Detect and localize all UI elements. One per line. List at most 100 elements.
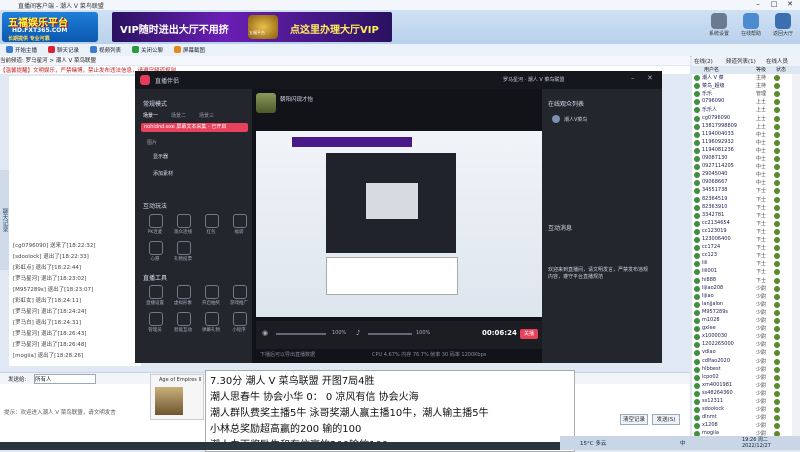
user-row[interactable]: cc123 下士 (692, 252, 792, 260)
avatar-icon[interactable] (177, 285, 191, 299)
help-button[interactable]: 在线帮助 (736, 13, 766, 41)
user-list-scrollbar[interactable] (792, 74, 800, 442)
user-row[interactable]: hi888 下士 (692, 277, 792, 285)
user-row[interactable]: lili 下士 (692, 260, 792, 268)
user-row[interactable]: M957289s 少尉 (692, 309, 792, 317)
user-row[interactable]: x1000030 少尉 (692, 333, 792, 341)
settings-icon[interactable] (149, 285, 163, 299)
wish-icon[interactable] (149, 241, 163, 255)
user-row[interactable]: xm4001981 少尉 (692, 382, 792, 390)
user-row[interactable]: x1208 少尉 (692, 422, 792, 430)
live-close-button[interactable]: ✕ (647, 74, 653, 82)
minimize-window-button[interactable]: – (752, 0, 764, 10)
user-row[interactable]: 1196092932 中士 (692, 139, 792, 147)
user-row[interactable]: cdlfao2020 少尉 (692, 358, 792, 366)
close-window-button[interactable]: ✕ (784, 0, 796, 10)
user-row[interactable]: 1194081236 中士 (692, 147, 792, 155)
user-row[interactable]: lanjjalon 少尉 (692, 301, 792, 309)
live-minimize-button[interactable]: – (631, 74, 635, 82)
user-row[interactable]: 3342781 下士 (692, 212, 792, 220)
user-avatar-icon (694, 228, 700, 235)
user-row[interactable]: 82364519 下士 (692, 196, 792, 204)
tab-scene-2[interactable]: 场景二 (171, 112, 186, 119)
end-live-button[interactable]: 关播 (520, 329, 538, 339)
chat-log-button[interactable]: 聊天记录 (48, 46, 79, 54)
user-row[interactable]: lijiao208 少尉 (692, 285, 792, 293)
link-icon[interactable] (177, 214, 191, 228)
user-row[interactable]: 乐乐 管理 (692, 90, 792, 98)
mic-volume-slider[interactable] (276, 333, 326, 335)
speaker-volume-slider[interactable] (368, 333, 412, 335)
settings-button[interactable]: 系统设置 (704, 13, 734, 41)
clock[interactable]: 19:26 周二 2022/12/27 (742, 437, 771, 449)
user-row[interactable]: vdlao 少尉 (692, 349, 792, 357)
user-row[interactable]: 29045040 中士 (692, 171, 792, 179)
maximize-window-button[interactable]: □ (768, 0, 780, 10)
user-row[interactable]: lijiao 少尉 (692, 293, 792, 301)
user-row[interactable]: 13817998809 上士 (692, 123, 792, 131)
user-row[interactable]: sdoolock 少尉 (692, 406, 792, 414)
user-row[interactable]: ss12311 少尉 (692, 398, 792, 406)
user-row[interactable]: cg0796090 上士 (692, 115, 792, 123)
mic-icon[interactable]: ◉ (262, 329, 268, 337)
screenshot-button[interactable]: 屏幕截图 (174, 46, 205, 54)
user-row[interactable]: 09087130 中士 (692, 155, 792, 163)
user-row[interactable]: 0796090 上士 (692, 98, 792, 106)
taskbar-thumbnail[interactable]: Age of Empires II (150, 374, 204, 420)
vote-icon[interactable] (177, 241, 191, 255)
user-row[interactable]: lili001 下士 (692, 268, 792, 276)
add-source-button[interactable]: 添加素材 (153, 170, 173, 177)
send-target-select[interactable]: 所有人 (34, 374, 96, 384)
user-row[interactable]: ss48264360 少尉 (692, 390, 792, 398)
source-image[interactable]: 图片 (147, 139, 157, 146)
user-row[interactable]: 34551738 下士 (692, 187, 792, 195)
viewer-name[interactable]: 潮人V菜鸟 (564, 116, 587, 123)
admin-icon[interactable] (149, 312, 163, 326)
vip-ad-banner[interactable]: VIP随时进出大厅不用挤 五福平台 点这里办理大厅VIP (112, 12, 392, 42)
tab-scene-3[interactable]: 场景三 (199, 112, 214, 119)
tab-members[interactable]: 在线人员 (766, 57, 788, 65)
active-source[interactable]: nohidnd.exe 屏幕文本采集 - 已开启 (141, 123, 248, 132)
tab-channel-list[interactable]: 频道列表(1) (726, 57, 756, 65)
scene-mode-label[interactable]: 常规模式 (143, 99, 167, 108)
speaker-icon[interactable]: ♪ (356, 329, 360, 337)
send-button[interactable]: 发送(S) (652, 414, 680, 425)
user-row[interactable]: 潮人 V 菜 主持 (692, 74, 792, 82)
mini-program-icon[interactable] (233, 312, 247, 326)
lottery-icon[interactable] (205, 285, 219, 299)
clear-button[interactable]: 清空记录 (620, 414, 648, 425)
user-row[interactable]: 乐乐人 上士 (692, 106, 792, 114)
tab-scene-1[interactable]: 场景一 (143, 112, 158, 119)
user-row[interactable]: 0927114205 中士 (692, 163, 792, 171)
user-list[interactable]: 潮人 V 菜主持 菜鸟_超级 主持 乐乐 管理 0796090 上士 乐乐人 上士 cg07960… (692, 74, 800, 442)
input-language[interactable]: 中 (680, 439, 686, 447)
start-host-button[interactable]: 开始主播 (6, 46, 37, 54)
gamepad-icon[interactable] (233, 285, 247, 299)
pk-icon[interactable] (149, 214, 163, 228)
stream-preview[interactable] (256, 131, 542, 317)
user-row[interactable]: 1194004033 中士 (692, 131, 792, 139)
red-packet-icon[interactable] (205, 214, 219, 228)
close-chat-button[interactable]: 关闭公聊 (132, 46, 163, 54)
user-row[interactable]: cc2134654 下士 (692, 220, 792, 228)
danmaku-icon[interactable] (205, 312, 219, 326)
user-row[interactable]: m1028 少尉 (692, 317, 792, 325)
user-row[interactable]: 菜鸟_超级 主持 (692, 82, 792, 90)
user-row[interactable]: cc1724 下士 (692, 244, 792, 252)
video-list-button[interactable]: 视频列表 (90, 46, 121, 54)
user-row[interactable]: 82363910 下士 (692, 204, 792, 212)
smart-icon[interactable] (177, 312, 191, 326)
back-hall-button[interactable]: 返回大厅 (768, 13, 798, 41)
user-row[interactable]: dlnmt 少尉 (692, 414, 792, 422)
bag-icon[interactable] (233, 214, 247, 228)
user-row[interactable]: lcpo02 少尉 (692, 374, 792, 382)
user-row[interactable]: 1202265000 少尉 (692, 341, 792, 349)
source-monitor[interactable]: 显示器 (153, 153, 168, 160)
user-row[interactable]: cc123019 下士 (692, 228, 792, 236)
sidebar-tab-chatlog[interactable]: 聊天记录 (0, 170, 9, 270)
user-row[interactable]: hlbbest 少尉 (692, 366, 792, 374)
user-row[interactable]: gxlee 少尉 (692, 325, 792, 333)
user-row[interactable]: 09068667 中士 (692, 179, 792, 187)
user-row[interactable]: 123006400 下士 (692, 236, 792, 244)
tab-online[interactable]: 在线(2) (694, 57, 713, 65)
